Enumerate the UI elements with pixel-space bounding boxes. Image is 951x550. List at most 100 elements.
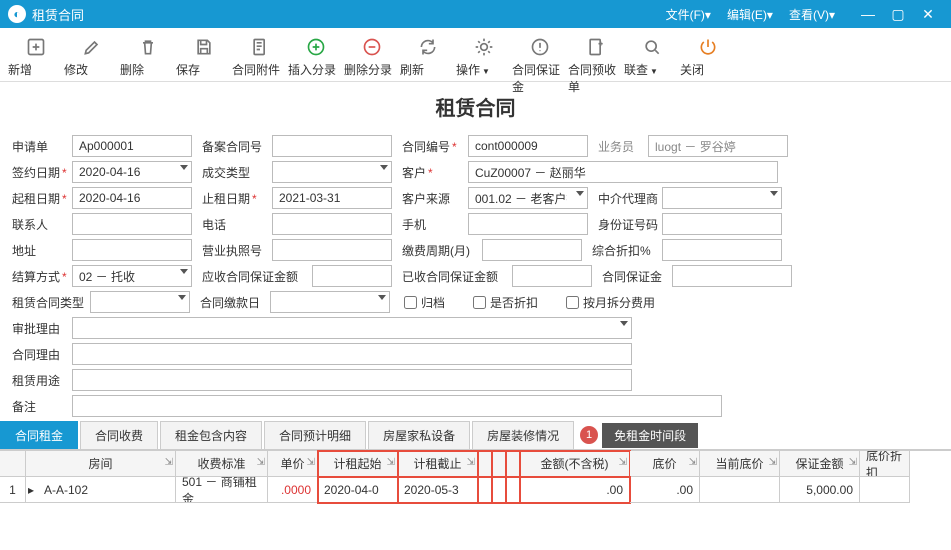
col-start: 计租起始⇲ <box>318 451 398 477</box>
paycycle-label: 缴费周期(月) <box>402 242 482 259</box>
menu-file[interactable]: 文件(F)▾ <box>666 6 711 23</box>
cell-curbase[interactable] <box>700 477 780 503</box>
settle-input[interactable] <box>72 265 192 287</box>
cell-price[interactable]: .0000 <box>268 477 318 503</box>
toolbtn-label: 合同预收单 <box>568 61 628 95</box>
close-button[interactable]: ✕ <box>913 6 943 23</box>
toolbtn-label: 删除分录 <box>344 61 404 78</box>
filing-input[interactable] <box>272 135 392 157</box>
tab-5[interactable]: 房屋装修情况 <box>472 421 574 449</box>
addr-input[interactable] <box>72 239 192 261</box>
contract-no-input[interactable] <box>468 135 588 157</box>
plus-sq-icon <box>8 35 64 59</box>
filing-label: 备案合同号 <box>202 138 272 155</box>
sign-date-label: 签约日期 <box>12 164 72 181</box>
cust-src-label: 客户来源 <box>402 190 468 207</box>
rent-start-input[interactable] <box>72 187 192 209</box>
cell-amount[interactable]: .00 <box>520 477 630 503</box>
toolbtn-edit[interactable]: 修改 <box>64 32 120 81</box>
archive-checkbox[interactable]: 归档 <box>400 293 445 312</box>
cell-g1[interactable] <box>478 477 492 503</box>
tab-2[interactable]: 租金包含内容 <box>160 421 262 449</box>
agent-input[interactable] <box>662 187 782 209</box>
mobile-input[interactable] <box>468 213 588 235</box>
tab-0[interactable]: 合同租金 <box>0 421 78 449</box>
rent-end-label: 止租日期 <box>202 190 272 207</box>
discount-input[interactable] <box>662 239 782 261</box>
col-standard: 收费标准⇲ <box>176 451 268 477</box>
cell-basedisc[interactable] <box>860 477 910 503</box>
toolbtn-power[interactable]: 关闭 <box>680 32 736 81</box>
toolbtn-plus-sq[interactable]: 新增 <box>8 32 64 81</box>
sign-date-input[interactable] <box>72 161 192 183</box>
toolbtn-shield[interactable]: 合同保证金 <box>512 32 568 81</box>
split-checkbox[interactable]: 按月拆分费用 <box>562 293 655 312</box>
deposit-input[interactable] <box>672 265 792 287</box>
toolbtn-label: 插入分录 <box>288 61 348 78</box>
freerent-label[interactable]: 免租金时间段 <box>602 423 698 448</box>
paycycle-input[interactable] <box>482 239 582 261</box>
grid-row[interactable]: 1 ▸A-A-102 501 － 商铺租金 .0000 2020-04-0 20… <box>0 477 951 503</box>
toolbtn-save[interactable]: 保存 <box>176 32 232 81</box>
paydate-input[interactable] <box>270 291 390 313</box>
toolbtn-label: 保存 <box>176 61 236 78</box>
tab-3[interactable]: 合同预计明细 <box>264 421 366 449</box>
toolbtn-doc-plus[interactable]: 合同预收单 <box>568 32 624 81</box>
deal-type-input[interactable] <box>272 161 392 183</box>
refresh-icon <box>400 35 456 59</box>
toolbtn-trash[interactable]: 删除 <box>120 32 176 81</box>
cell-baseprice[interactable]: .00 <box>630 477 700 503</box>
col-depositamt: 保证金额⇲ <box>780 451 860 477</box>
agent-label: 中介代理商 <box>598 190 662 207</box>
addr-label: 地址 <box>12 242 72 259</box>
search-icon <box>624 35 680 59</box>
maximize-button[interactable]: ▢ <box>883 6 913 23</box>
grid: 房间⇲ 收费标准⇲ 单价⇲ 计租起始⇲ 计租截止⇲ 金额(不含税)⇲ 底价⇲ 当… <box>0 450 951 503</box>
cell-g3[interactable] <box>506 477 520 503</box>
deposit-due-label: 应收合同保证金额 <box>202 268 312 285</box>
reason-input[interactable] <box>72 343 632 365</box>
cell-start[interactable]: 2020-04-0 <box>318 477 398 503</box>
license-input[interactable] <box>272 239 392 261</box>
toolbtn-label: 刷新 <box>400 61 460 78</box>
col-room: 房间⇲ <box>26 451 176 477</box>
deposit-due-input[interactable] <box>312 265 392 287</box>
tab-4[interactable]: 房屋家私设备 <box>368 421 470 449</box>
remark-input[interactable] <box>72 395 722 417</box>
page-title: 租赁合同 <box>0 92 951 121</box>
toolbtn-refresh[interactable]: 刷新 <box>400 32 456 81</box>
deal-type-label: 成交类型 <box>202 164 272 181</box>
form: 申请单 备案合同号 合同编号 业务员 签约日期 成交类型 客户 起租日期 止租日… <box>0 135 951 417</box>
cell-end[interactable]: 2020-05-3 <box>398 477 478 503</box>
phone-input[interactable] <box>272 213 392 235</box>
deposit-rcv-input[interactable] <box>512 265 592 287</box>
rent-end-input[interactable] <box>272 187 392 209</box>
toolbtn-ops[interactable]: 操作▼ <box>456 32 512 81</box>
discount-label: 综合折扣% <box>592 242 662 259</box>
apply-no-input[interactable] <box>72 135 192 157</box>
salesman-input <box>648 135 788 157</box>
menu-view[interactable]: 查看(V)▾ <box>789 6 835 23</box>
tab-1[interactable]: 合同收费 <box>80 421 158 449</box>
cust-src-input[interactable] <box>468 187 588 209</box>
cell-g2[interactable] <box>492 477 506 503</box>
cell-idx: 1 <box>0 477 26 503</box>
cell-std[interactable]: 501 － 商铺租金 <box>176 477 268 503</box>
cell-depositamt[interactable]: 5,000.00 <box>780 477 860 503</box>
usage-input[interactable] <box>72 369 632 391</box>
discount-checkbox[interactable]: 是否折扣 <box>469 293 538 312</box>
contact-input[interactable] <box>72 213 192 235</box>
customer-input[interactable] <box>468 161 778 183</box>
shield-icon <box>512 35 568 59</box>
approve-input[interactable] <box>72 317 632 339</box>
cell-room[interactable]: ▸A-A-102 <box>26 477 176 503</box>
toolbtn-search[interactable]: 联查▼ <box>624 32 680 81</box>
toolbtn-attach[interactable]: 合同附件 <box>232 32 288 81</box>
toolbtn-circle-plus[interactable]: 插入分录 <box>288 32 344 81</box>
menu-edit[interactable]: 编辑(E)▾ <box>727 6 773 23</box>
minimize-button[interactable]: — <box>853 6 883 23</box>
type-input[interactable] <box>90 291 190 313</box>
toolbtn-circle-minus[interactable]: 删除分录 <box>344 32 400 81</box>
idcard-input[interactable] <box>662 213 782 235</box>
customer-label: 客户 <box>402 164 468 181</box>
